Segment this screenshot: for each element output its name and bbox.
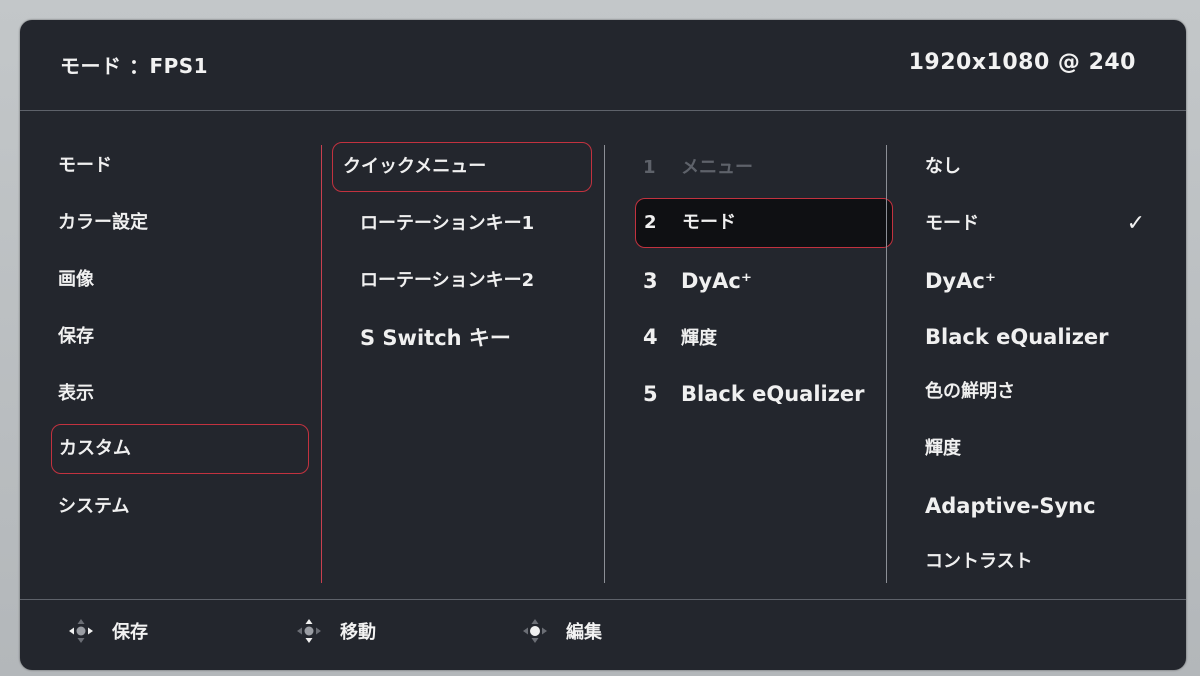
slot-label: Black eQualizer <box>681 382 865 406</box>
slot-5-black-equalizer[interactable]: 5 Black eQualizer <box>605 372 865 416</box>
submenu-item-quick-menu[interactable]: クイックメニュー <box>332 142 592 192</box>
option-adaptive-sync[interactable]: Adaptive-Sync <box>887 484 1096 528</box>
hint-label: 保存 <box>112 622 148 643</box>
option-mode[interactable]: モード ✓ <box>887 202 1186 246</box>
submenu-item-s-switch-key[interactable]: S Switch キー <box>322 316 511 360</box>
option-dyac[interactable]: DyAc⁺ <box>887 259 996 303</box>
osd-menu: モード ：FPS1 1920x1080 @ 240 モード カラー設定 画像 保… <box>20 20 1186 670</box>
slot-options-column: なし モード ✓ DyAc⁺ Black eQualizer 色の鮮明さ 輝度 … <box>887 111 1186 599</box>
checkmark-icon: ✓ <box>1126 211 1145 236</box>
slot-2-mode[interactable]: 2 モード <box>635 198 893 248</box>
option-none[interactable]: なし <box>887 145 961 189</box>
menu-item-picture[interactable]: 画像 <box>20 258 94 302</box>
slot-label: メニュー <box>681 157 753 178</box>
option-color-vibrance[interactable]: 色の鮮明さ <box>887 370 1015 414</box>
option-black-equalizer[interactable]: Black eQualizer <box>887 315 1109 359</box>
joystick-left-right-icon <box>69 619 93 643</box>
menu-columns: モード カラー設定 画像 保存 表示 カスタム システム クイックメニュー ロー… <box>20 111 1186 599</box>
option-label: モード <box>925 213 979 234</box>
joystick-up-down-icon <box>297 619 321 643</box>
slot-label: DyAc⁺ <box>681 269 752 293</box>
custom-submenu-column: クイックメニュー ローテーションキー1 ローテーションキー2 S Switch … <box>322 111 603 599</box>
osd-footer: 保存 移動 編集 <box>20 599 1186 670</box>
slot-number: 3 <box>643 269 658 293</box>
menu-item-color-settings[interactable]: カラー設定 <box>20 201 148 245</box>
slot-number: 2 <box>644 212 657 233</box>
slot-3-dyac[interactable]: 3 DyAc⁺ <box>605 259 752 303</box>
slot-label: 輝度 <box>681 328 717 349</box>
hint-label: 移動 <box>340 622 376 643</box>
current-mode-label: モード ：FPS1 <box>60 54 209 78</box>
menu-item-display[interactable]: 表示 <box>20 372 94 416</box>
slot-1-menu: 1 メニュー <box>605 146 753 190</box>
slot-label: モード <box>682 212 736 233</box>
menu-item-save[interactable]: 保存 <box>20 315 94 359</box>
submenu-item-rotation-key-2[interactable]: ローテーションキー2 <box>322 259 534 303</box>
option-contrast[interactable]: コントラスト <box>887 540 1033 584</box>
joystick-press-icon <box>523 619 547 643</box>
osd-header: モード ：FPS1 1920x1080 @ 240 <box>20 20 1186 111</box>
quick-menu-slots-column: 1 メニュー 2 モード 3 DyAc⁺ 4 輝度 5 Black eQualizer <box>605 111 893 599</box>
menu-item-custom[interactable]: カスタム <box>51 424 309 474</box>
hint-label: 編集 <box>566 622 602 643</box>
slot-number: 5 <box>643 382 658 406</box>
slot-4-brightness[interactable]: 4 輝度 <box>605 315 717 359</box>
resolution-readout: 1920x1080 @ 240 <box>908 50 1136 75</box>
option-brightness[interactable]: 輝度 <box>887 427 961 471</box>
menu-item-system[interactable]: システム <box>20 485 129 529</box>
menu-item-mode[interactable]: モード <box>20 144 112 188</box>
submenu-item-rotation-key-1[interactable]: ローテーションキー1 <box>322 202 534 246</box>
slot-number: 1 <box>643 157 656 178</box>
hint-move: 移動 <box>294 616 376 646</box>
hint-edit: 編集 <box>520 616 602 646</box>
main-menu-column: モード カラー設定 画像 保存 表示 カスタム システム <box>20 111 320 599</box>
slot-number: 4 <box>643 325 658 349</box>
hint-save: 保存 <box>66 616 148 646</box>
